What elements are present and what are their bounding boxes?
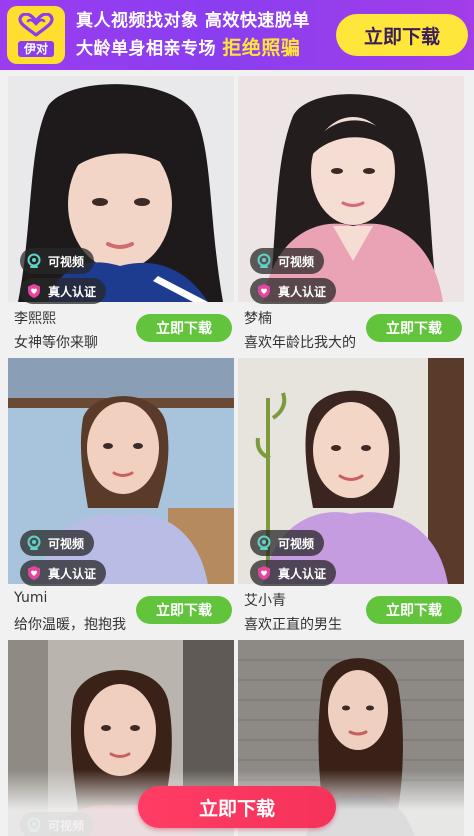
top-banner: 伊对 真人视频找对象 高效快速脱单 大龄单身相亲专场 拒绝照骗 立即下载	[0, 0, 474, 70]
webcam-icon	[26, 253, 42, 269]
card-download-button[interactable]: 立即下载	[366, 596, 462, 624]
webcam-icon	[26, 535, 42, 551]
verified-badge-label: 真人认证	[48, 566, 97, 581]
slogan-line-2: 大龄单身相亲专场 拒绝照骗	[76, 35, 310, 63]
verified-badge-label: 真人认证	[48, 284, 97, 299]
slogan-highlight: 拒绝照骗	[222, 37, 301, 59]
verified-badge: 真人认证	[20, 278, 107, 304]
verified-badge-label: 真人认证	[278, 284, 327, 299]
slogan-line-1: 真人视频找对象 高效快速脱单	[76, 11, 310, 31]
profile-name: 李熙熙	[14, 311, 56, 327]
profile-name: Yumi	[14, 590, 48, 606]
video-badge: 可视频	[20, 530, 95, 556]
profile-name: 梦楠	[244, 311, 272, 327]
webcam-icon	[256, 535, 272, 551]
card-download-button[interactable]: 立即下载	[136, 314, 232, 342]
webcam-icon	[256, 253, 272, 269]
video-badge-label: 可视频	[278, 254, 315, 269]
profile-name: 艾小青	[244, 593, 286, 609]
verified-badge: 真人认证	[20, 560, 107, 586]
shield-heart-icon	[256, 283, 272, 299]
profile-desc: 喜欢年龄比我大的	[244, 335, 356, 351]
video-badge-label: 可视频	[278, 536, 315, 551]
shield-heart-icon	[26, 565, 42, 581]
profile-desc: 喜欢正直的男生	[244, 617, 342, 633]
app-logo[interactable]: 伊对	[7, 6, 65, 64]
video-badge-label: 可视频	[48, 254, 85, 269]
shield-heart-icon	[26, 283, 42, 299]
heart-infinity-logo-icon	[18, 13, 54, 37]
shield-heart-icon	[256, 565, 272, 581]
card-download-button[interactable]: 立即下载	[366, 314, 462, 342]
profile-desc: 女神等你来聊	[14, 335, 98, 351]
profile-desc: 给你温暖，抱抱我	[14, 617, 126, 633]
banner-slogan: 真人视频找对象 高效快速脱单 大龄单身相亲专场 拒绝照骗	[76, 8, 310, 63]
logo-text: 伊对	[17, 41, 54, 57]
top-download-button[interactable]: 立即下载	[336, 14, 468, 56]
video-badge: 可视频	[250, 248, 325, 274]
slogan-line-2-main: 大龄单身相亲专场	[76, 39, 216, 59]
verified-badge: 真人认证	[250, 560, 337, 586]
card-download-button[interactable]: 立即下载	[136, 596, 232, 624]
verified-badge-label: 真人认证	[278, 566, 327, 581]
video-badge-label: 可视频	[48, 536, 85, 551]
verified-badge: 真人认证	[250, 278, 337, 304]
video-badge: 可视频	[250, 530, 325, 556]
bottom-download-button[interactable]: 立即下载	[138, 786, 336, 828]
video-badge: 可视频	[20, 248, 95, 274]
